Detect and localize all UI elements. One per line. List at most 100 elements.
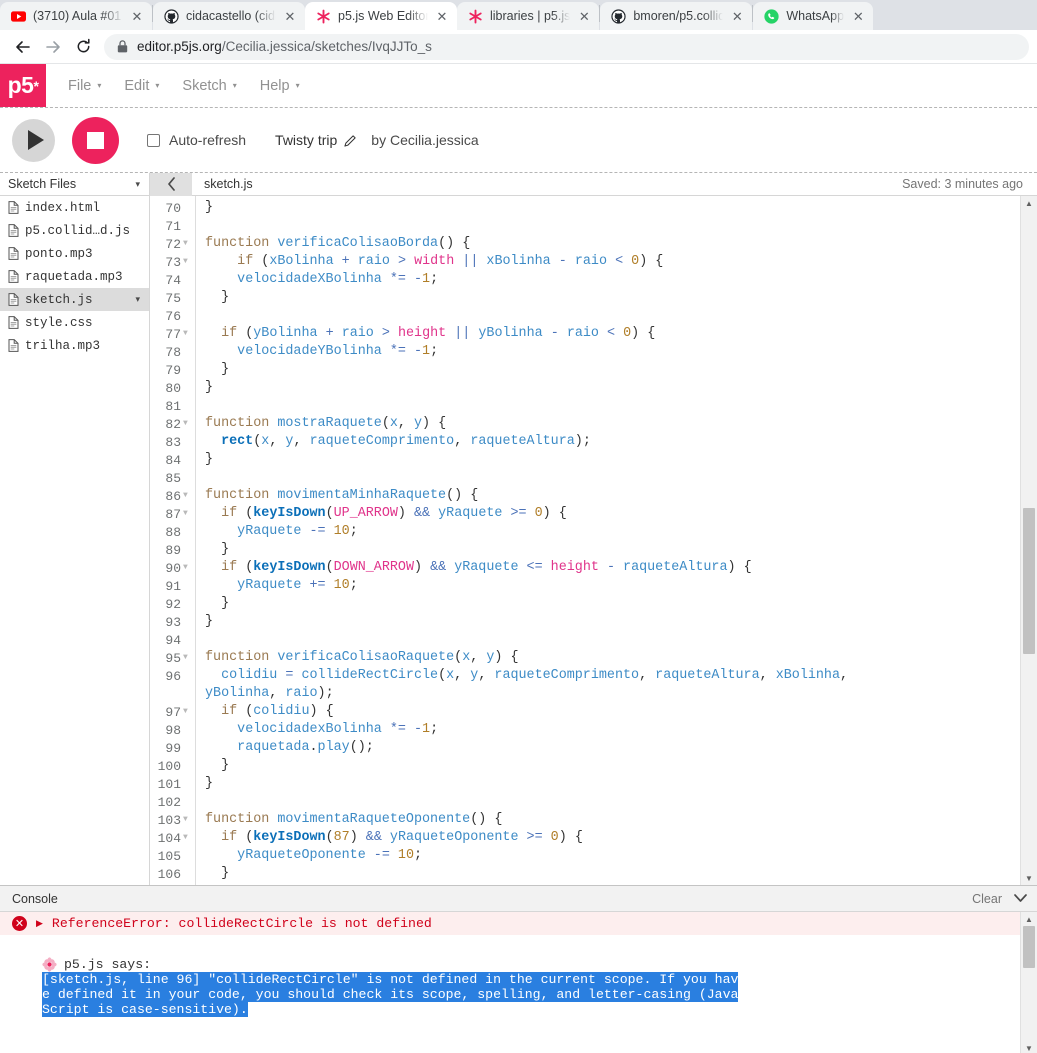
file-item[interactable]: p5.collid…d.js bbox=[0, 219, 149, 242]
fold-toggle-icon[interactable]: ▼ bbox=[183, 420, 192, 428]
console-error-row[interactable]: ✕ ▶ ReferenceError: collideRectCircle is… bbox=[0, 912, 1020, 935]
file-item[interactable]: ponto.mp3 bbox=[0, 242, 149, 265]
chevron-down-icon: ▾ bbox=[97, 80, 102, 90]
console-message-text[interactable]: [sketch.js, line 96] "collideRectCircle"… bbox=[0, 972, 1020, 1017]
scroll-up-arrow[interactable]: ▲ bbox=[1021, 196, 1037, 210]
browser-tab[interactable]: WhatsApp ✕ bbox=[753, 2, 874, 30]
close-tab-icon[interactable]: ✕ bbox=[130, 10, 144, 23]
browser-tab-title: (3710) Aula #01 - bbox=[33, 9, 123, 23]
auto-refresh-control[interactable]: Auto-refresh bbox=[147, 132, 246, 148]
browser-tab[interactable]: bmoren/p5.collid ✕ bbox=[600, 2, 753, 30]
selected-text: [sketch.js, line 96] "collideRectCircle"… bbox=[42, 972, 739, 987]
collapse-sidebar-button[interactable] bbox=[150, 172, 192, 196]
code-line: colidiu = collideRectCircle(x, y, raquet… bbox=[221, 668, 849, 683]
browser-tab[interactable]: (3710) Aula #01 - ✕ bbox=[0, 2, 152, 30]
line-number: 103 ▼ bbox=[150, 811, 195, 829]
browser-tab[interactable]: cidacastello (cida ✕ bbox=[153, 2, 305, 30]
line-number-text: 76 bbox=[165, 308, 181, 324]
expand-caret-icon[interactable]: ▶ bbox=[36, 919, 43, 929]
pencil-icon[interactable] bbox=[344, 134, 357, 147]
browser-tab-active[interactable]: p5.js Web Editor ✕ bbox=[305, 2, 457, 30]
fold-toggle-icon[interactable]: ▼ bbox=[183, 816, 192, 824]
line-number: 95 ▼ bbox=[150, 649, 195, 667]
fold-toggle-icon[interactable]: ▼ bbox=[183, 654, 192, 662]
stop-button[interactable] bbox=[72, 116, 119, 164]
file-item[interactable]: trilha.mp3 bbox=[0, 334, 149, 357]
close-tab-icon[interactable]: ✕ bbox=[577, 10, 591, 23]
close-tab-icon[interactable]: ✕ bbox=[283, 10, 297, 23]
menu-sketch[interactable]: Sketch ▾ bbox=[172, 72, 246, 100]
editor-saved-status: Saved: 3 minutes ago bbox=[902, 177, 1023, 191]
p5-logo[interactable]: p5 * bbox=[0, 64, 46, 107]
line-number-text: 98 bbox=[165, 722, 181, 738]
line-number-text: 94 bbox=[165, 632, 181, 648]
code-line: yRaqueteOponente -= 10; bbox=[237, 848, 423, 863]
code-line: function movimentaRaqueteOponente() { bbox=[205, 812, 503, 827]
code-line: if (xBolinha + raio > width || xBolinha … bbox=[237, 254, 664, 269]
editor-scrollbar-thumb[interactable] bbox=[1023, 508, 1035, 654]
console-message-line: [sketch.js, line 96] "collideRectCircle"… bbox=[0, 972, 1020, 987]
fold-toggle-icon[interactable]: ▼ bbox=[183, 510, 192, 518]
fold-toggle-icon[interactable]: ▼ bbox=[183, 834, 192, 842]
code-content[interactable]: } function verificaColisaoBorda() { if (… bbox=[196, 196, 1020, 885]
fold-toggle-icon[interactable]: ▼ bbox=[183, 564, 192, 572]
file-item[interactable]: raquetada.mp3 bbox=[0, 265, 149, 288]
back-arrow-icon bbox=[16, 40, 30, 53]
address-bar[interactable]: editor.p5js.org/Cecilia.jessica/sketches… bbox=[104, 33, 1029, 60]
line-number: 70▼ bbox=[150, 199, 195, 217]
line-number-text: 103 bbox=[157, 812, 181, 828]
line-number-text: 105 bbox=[157, 848, 181, 864]
console-scrollbar[interactable]: ▲ ▼ bbox=[1020, 912, 1037, 1053]
line-number: 101▼ bbox=[150, 775, 195, 793]
fold-toggle-icon[interactable]: ▼ bbox=[183, 240, 192, 248]
lock-icon bbox=[117, 40, 128, 53]
editor-scrollbar[interactable]: ▲ ▼ bbox=[1020, 196, 1037, 885]
file-options-icon[interactable]: ▾ bbox=[135, 295, 140, 305]
menu-edit[interactable]: Edit ▾ bbox=[114, 72, 169, 100]
line-number: 82 ▼ bbox=[150, 415, 195, 433]
code-line: } bbox=[221, 290, 230, 305]
console-error-text: ReferenceError: collideRectCircle is not… bbox=[51, 916, 432, 931]
console-scroll-down-arrow[interactable]: ▼ bbox=[1021, 1041, 1037, 1053]
file-item[interactable]: style.css bbox=[0, 311, 149, 334]
line-number: 85▼ bbox=[150, 469, 195, 487]
file-item[interactable]: index.html bbox=[0, 196, 149, 219]
scroll-down-arrow[interactable]: ▼ bbox=[1021, 871, 1037, 885]
fold-toggle-icon[interactable]: ▼ bbox=[183, 258, 192, 266]
line-number-text: 102 bbox=[157, 794, 181, 810]
auto-refresh-checkbox[interactable] bbox=[147, 133, 160, 147]
fold-toggle-icon[interactable]: ▼ bbox=[183, 492, 192, 500]
console-scroll-up-arrow[interactable]: ▲ bbox=[1021, 912, 1037, 926]
fold-toggle-icon[interactable]: ▼ bbox=[183, 330, 192, 338]
sketch-files-header[interactable]: Sketch Files ▾ bbox=[0, 173, 149, 196]
file-item[interactable]: sketch.js ▾ bbox=[0, 288, 149, 311]
play-button[interactable] bbox=[12, 118, 55, 162]
whatsapp-icon bbox=[764, 8, 779, 24]
close-tab-icon[interactable]: ✕ bbox=[435, 10, 449, 23]
sketch-name[interactable]: Twisty trip bbox=[275, 132, 357, 148]
back-button[interactable] bbox=[8, 32, 38, 62]
line-number-text: 85 bbox=[165, 470, 181, 486]
close-tab-icon[interactable]: ✕ bbox=[730, 10, 744, 23]
code-line: velocidadeXBolinha *= -1; bbox=[237, 272, 439, 287]
line-number-text: 78 bbox=[165, 344, 181, 360]
code-line: } bbox=[221, 362, 230, 377]
menu-help[interactable]: Help ▾ bbox=[250, 72, 310, 100]
chevron-down-icon[interactable] bbox=[1014, 894, 1027, 903]
chevron-down-icon[interactable]: ▾ bbox=[135, 179, 140, 189]
browser-tab[interactable]: libraries | p5.js ✕ bbox=[457, 2, 600, 30]
code-editor[interactable]: 70▼71▼72▼73▼74▼75▼76▼77▼78▼79▼80▼81▼82▼8… bbox=[150, 196, 1037, 885]
code-line: } bbox=[205, 200, 214, 215]
console-clear-button[interactable]: Clear bbox=[972, 892, 1002, 906]
console-scrollbar-thumb[interactable] bbox=[1023, 926, 1035, 968]
reload-button[interactable] bbox=[68, 32, 98, 62]
youtube-icon bbox=[11, 10, 26, 22]
menu-file[interactable]: File ▾ bbox=[58, 72, 111, 100]
forward-button[interactable] bbox=[38, 32, 68, 62]
fold-toggle-icon[interactable]: ▼ bbox=[183, 708, 192, 716]
line-number: 71▼ bbox=[150, 217, 195, 235]
close-tab-icon[interactable]: ✕ bbox=[851, 10, 865, 23]
line-number: 94▼ bbox=[150, 631, 195, 649]
